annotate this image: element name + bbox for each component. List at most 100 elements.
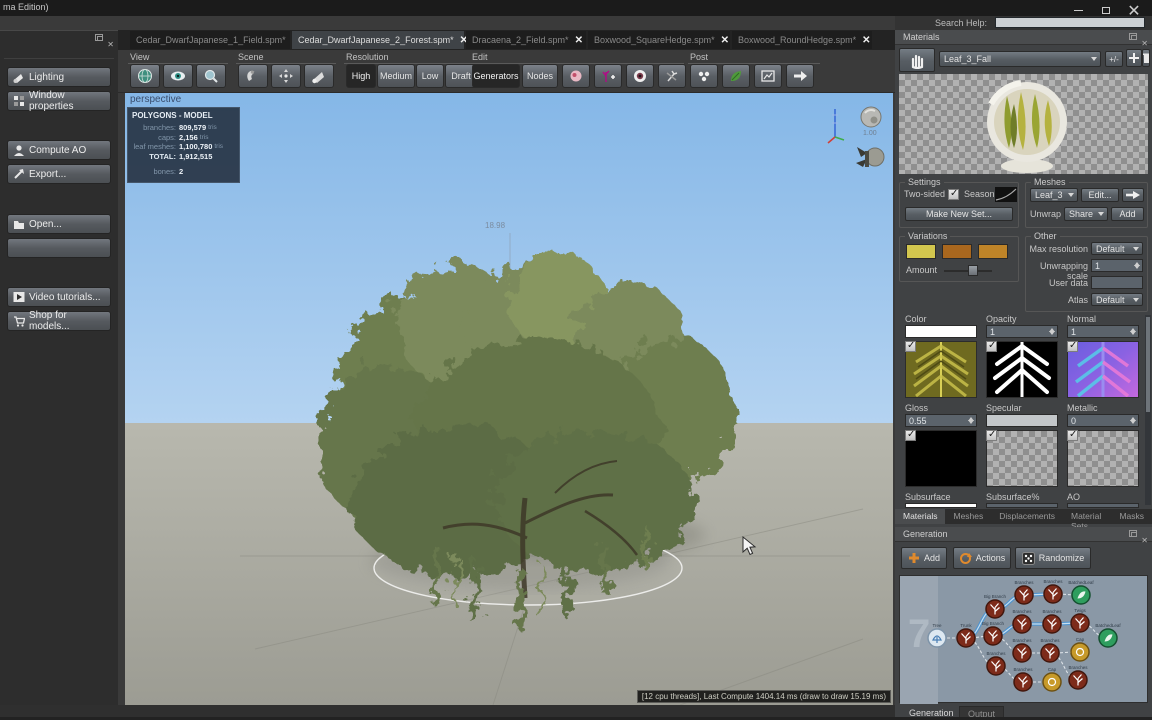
float-panel-icon[interactable] xyxy=(1129,530,1138,537)
resolution-low-button[interactable]: Low xyxy=(416,64,444,88)
lighting-button[interactable]: Lighting xyxy=(7,67,111,87)
specular-swatch[interactable] xyxy=(986,414,1058,427)
trackball-widget[interactable] xyxy=(860,106,882,128)
tab-materials[interactable]: Materials xyxy=(895,509,946,524)
shop-for-models-button[interactable]: Shop for models... xyxy=(7,310,111,332)
generator-node-cap[interactable]: Cap xyxy=(1070,637,1090,662)
viewport-3d[interactable]: perspective POLYGONS - MODEL branches: 80… xyxy=(125,93,893,705)
mesh-assign-button[interactable] xyxy=(1122,188,1144,202)
metallic-map-thumbnail[interactable] xyxy=(1067,429,1139,487)
material-select-combo[interactable]: Leaf_3_Fall xyxy=(939,51,1101,67)
normal-spinner[interactable]: 1 xyxy=(1067,325,1139,338)
color-swatch[interactable] xyxy=(905,325,977,338)
float-panel-icon[interactable] xyxy=(95,34,104,41)
compute-ao-button[interactable]: Compute AO xyxy=(7,140,111,160)
normal-map-checkbox[interactable] xyxy=(1067,340,1078,352)
variation-swatch-2[interactable] xyxy=(942,244,972,259)
resolution-medium-button[interactable]: Medium xyxy=(377,64,415,88)
unwrap-combo[interactable]: Share xyxy=(1064,207,1108,221)
generator-node-branches[interactable]: Branches xyxy=(1068,665,1088,690)
tab-dracaena-2-field[interactable]: Dracaena_2_Field.spm* xyxy=(466,31,586,49)
specular-map-checkbox[interactable] xyxy=(986,429,997,441)
close-panel-icon[interactable] xyxy=(1141,530,1148,548)
edit-generators-button[interactable]: Generators xyxy=(472,64,520,88)
normal-map-thumbnail[interactable] xyxy=(1067,340,1139,398)
tab-close-icon[interactable] xyxy=(862,35,870,46)
generator-node-twigs[interactable]: Twigs xyxy=(1070,608,1090,633)
generator-node-branches[interactable]: Branches xyxy=(1014,580,1034,605)
view-orbit-button[interactable] xyxy=(130,64,160,88)
export-button[interactable]: Export... xyxy=(7,164,111,184)
post-season-button[interactable] xyxy=(722,64,750,88)
generation-node-graph[interactable]: 7 Tree Trunk Big Branch Big Branch Branches B… xyxy=(899,575,1149,704)
materials-scrollbar[interactable] xyxy=(1145,315,1151,505)
material-delete-button[interactable] xyxy=(1142,49,1150,67)
tab-boxwood-roundhedge[interactable]: Boxwood_RoundHedge.spm* xyxy=(732,31,872,49)
metallic-spinner[interactable]: 0 xyxy=(1067,414,1139,427)
tab-close-icon[interactable] xyxy=(575,35,583,46)
window-properties-button[interactable]: Window properties xyxy=(7,90,111,112)
gloss-map-checkbox[interactable] xyxy=(905,429,916,441)
tab-displacements[interactable]: Displacements xyxy=(991,509,1063,524)
generator-node-branches[interactable]: Branches xyxy=(1012,609,1032,634)
generator-node-batchedleaf[interactable]: BatchedLeaf xyxy=(1068,580,1094,605)
color-map-thumbnail[interactable] xyxy=(905,340,977,398)
generation-add-button[interactable]: Add xyxy=(901,547,947,569)
generator-node-big-branch[interactable]: Big Branch xyxy=(984,594,1007,619)
opacity-map-thumbnail[interactable] xyxy=(986,340,1058,398)
season-curve-widget[interactable] xyxy=(995,187,1017,202)
variation-swatch-3[interactable] xyxy=(978,244,1008,259)
material-hand-button[interactable] xyxy=(899,48,935,72)
generator-node-tree[interactable]: Tree xyxy=(927,623,947,648)
generator-node-branches[interactable]: Branches xyxy=(1013,667,1033,692)
gloss-map-thumbnail[interactable] xyxy=(905,429,977,487)
generator-node-branches[interactable]: Branches xyxy=(1040,638,1060,663)
material-add-remove-button[interactable]: +/- xyxy=(1105,51,1123,67)
node-graph-canvas[interactable]: Tree Trunk Big Branch Big Branch Branches Bra… xyxy=(900,576,1149,704)
material-new-button[interactable] xyxy=(1126,49,1142,67)
blank-button[interactable] xyxy=(7,238,111,258)
post-screenshot-button[interactable] xyxy=(754,64,782,88)
open-button[interactable]: Open... xyxy=(7,214,111,234)
edit-add-branch-button[interactable] xyxy=(594,64,622,88)
generator-node-branches[interactable]: Branches xyxy=(986,651,1006,676)
view-zoom-button[interactable] xyxy=(196,64,226,88)
video-tutorials-button[interactable]: Video tutorials... xyxy=(7,287,111,307)
tab-boxwood-squarehedge[interactable]: Boxwood_SquareHedge.spm* xyxy=(588,31,730,49)
resolution-high-button[interactable]: High xyxy=(346,64,376,88)
generator-node-trunk[interactable]: Trunk xyxy=(956,623,976,648)
generator-node-branches[interactable]: Branches xyxy=(1042,609,1062,634)
atlas-combo[interactable]: Default xyxy=(1091,293,1143,306)
edit-nodes-button[interactable]: Nodes xyxy=(522,64,558,88)
gloss-spinner[interactable]: 0.55 xyxy=(905,414,977,427)
amount-slider-thumb[interactable] xyxy=(968,265,978,276)
unwrapping-scale-spinner[interactable]: 1 xyxy=(1091,259,1143,272)
metallic-map-checkbox[interactable] xyxy=(1067,429,1078,441)
generator-node-big-branch[interactable]: Big Branch xyxy=(982,621,1005,646)
close-icon[interactable]: ✕ xyxy=(1120,1,1148,20)
close-panel-icon[interactable] xyxy=(107,34,114,52)
search-help-input[interactable] xyxy=(995,17,1145,28)
edit-prune-button[interactable] xyxy=(658,64,686,88)
opacity-map-checkbox[interactable] xyxy=(986,340,997,352)
tab-cedar-1-field[interactable]: Cedar_DwarfJapanese_1_Field.spm* xyxy=(130,31,290,49)
post-export-button[interactable] xyxy=(786,64,814,88)
opacity-spinner[interactable]: 1 xyxy=(986,325,1058,338)
maximize-icon[interactable] xyxy=(1092,1,1120,15)
two-sided-checkbox[interactable] xyxy=(948,188,959,200)
tab-close-icon[interactable] xyxy=(721,35,729,46)
float-panel-icon[interactable] xyxy=(1129,33,1138,40)
subsurface-swatch[interactable] xyxy=(905,503,977,508)
color-map-checkbox[interactable] xyxy=(905,340,916,352)
generator-node-branches[interactable]: Branches xyxy=(1012,638,1032,663)
scene-light-button[interactable] xyxy=(304,64,334,88)
make-new-set-button[interactable]: Make New Set... xyxy=(905,207,1013,221)
variation-swatch-1[interactable] xyxy=(906,244,936,259)
mesh-select-combo[interactable]: Leaf_3 xyxy=(1030,188,1078,202)
unwrap-add-button[interactable]: Add xyxy=(1111,207,1144,221)
edit-paint-button[interactable] xyxy=(562,64,590,88)
subsurface-pct-spinner[interactable] xyxy=(986,503,1058,508)
mesh-edit-button[interactable]: Edit... xyxy=(1081,188,1119,202)
generation-randomize-button[interactable]: Randomize xyxy=(1015,547,1091,569)
generator-node-cap[interactable]: Cap xyxy=(1042,667,1062,692)
